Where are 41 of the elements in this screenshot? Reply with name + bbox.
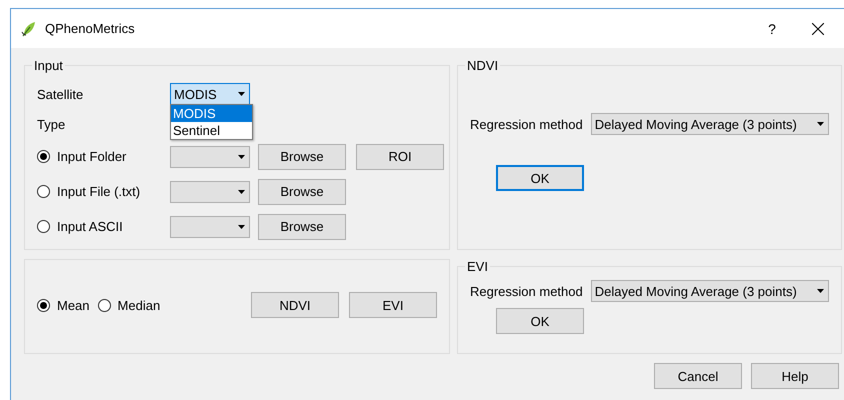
action-button[interactable]: NDVI: [251, 292, 339, 318]
action-button[interactable]: Browse: [258, 144, 346, 170]
caret-icon: [238, 190, 245, 194]
radio-button[interactable]: Mean: [37, 298, 90, 312]
ok-button[interactable]: OK: [496, 308, 584, 334]
field-label: Satellite: [37, 86, 84, 102]
action-button[interactable]: Browse: [258, 178, 346, 204]
field-label: Regression method: [470, 284, 583, 298]
leaf-icon: [21, 20, 37, 36]
close-icon[interactable]: [812, 22, 824, 34]
dialog-button[interactable]: Cancel: [654, 363, 742, 389]
radio-dot[interactable]: [37, 220, 50, 233]
radio-dot[interactable]: [37, 185, 50, 198]
group-title: EVI: [466, 259, 489, 274]
help-button[interactable]: ?: [752, 20, 792, 36]
group-title: Input: [33, 58, 64, 73]
caret-icon: [238, 92, 245, 96]
radio-button[interactable]: Median: [98, 298, 160, 312]
dropdown[interactable]: Delayed Moving Average (3 points): [590, 280, 829, 302]
group-title: NDVI: [466, 58, 500, 73]
radio-dot[interactable]: [37, 298, 50, 312]
caret-icon: [817, 289, 824, 293]
radio-dot[interactable]: [98, 298, 111, 312]
field-label: Regression method: [470, 116, 583, 132]
caret-icon: [238, 154, 245, 158]
action-button[interactable]: ROI: [356, 144, 444, 170]
dropdown-option[interactable]: MODIS: [171, 105, 252, 122]
radio-button[interactable]: Input File (.txt): [37, 184, 162, 199]
dropdown-option[interactable]: Sentinel: [171, 122, 252, 139]
ok-button[interactable]: OK: [496, 165, 584, 191]
window-title: QPhenoMetrics: [45, 21, 136, 36]
action-button[interactable]: Browse: [258, 214, 346, 240]
dialog-button[interactable]: Help: [751, 363, 839, 389]
dropdown[interactable]: Delayed Moving Average (3 points): [590, 113, 829, 135]
action-button[interactable]: EVI: [349, 292, 437, 318]
radio-button[interactable]: Input Folder: [37, 149, 162, 164]
caret-icon: [817, 122, 824, 126]
caret-icon: [238, 224, 245, 228]
radio-button[interactable]: Input ASCII: [37, 219, 162, 234]
field-label: Type: [37, 116, 66, 132]
radio-dot[interactable]: [37, 150, 50, 163]
